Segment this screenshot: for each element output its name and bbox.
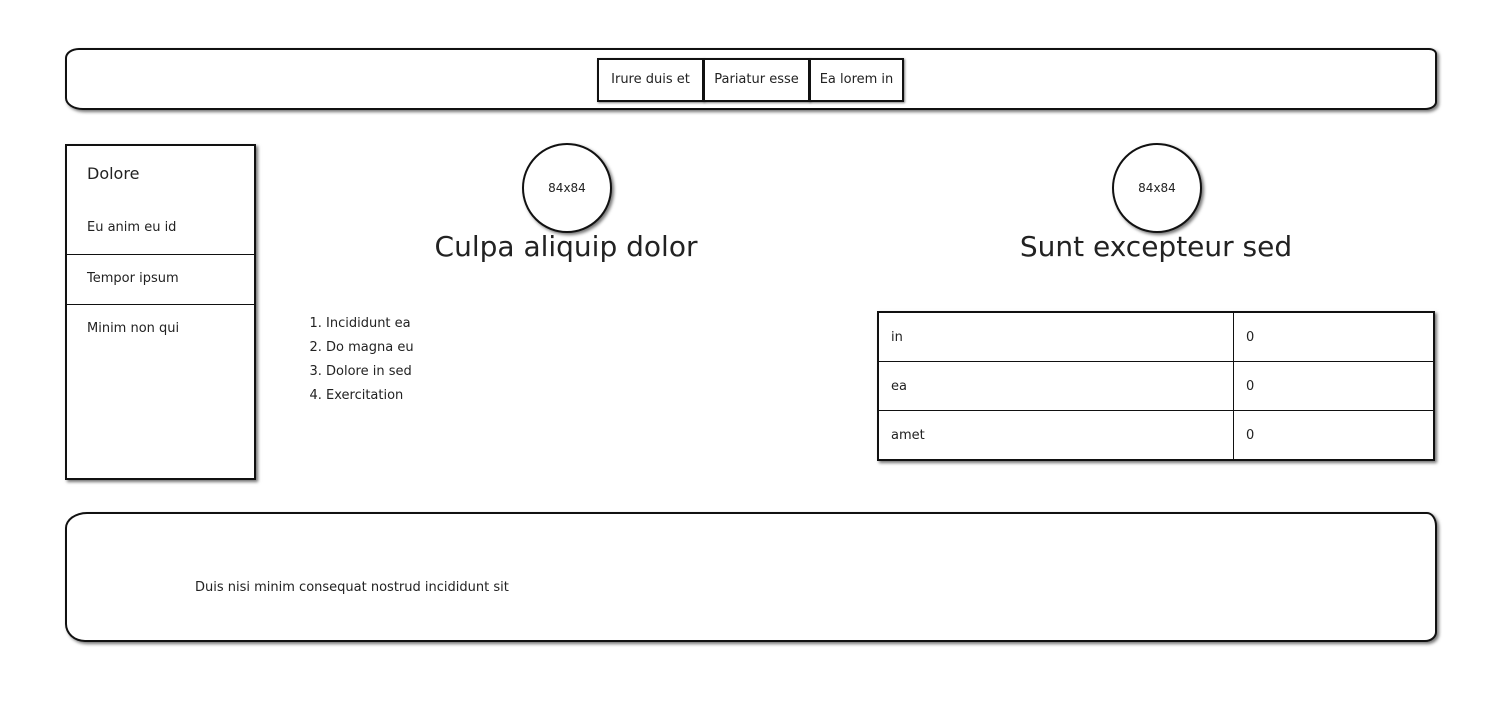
table-cell: 0 — [1233, 410, 1435, 461]
card-title-2: Sunt excepteur sed — [1019, 230, 1293, 263]
table-row: amet 0 — [877, 410, 1435, 461]
table-cell: 0 — [1233, 361, 1435, 411]
ordered-list: Incididunt ea Do magna eu Dolore in sed … — [290, 312, 414, 408]
footer-text: Duis nisi minim consequat nostrud incidi… — [195, 580, 509, 595]
sidebar-item-label: Tempor ipsum — [87, 271, 179, 286]
table-row: in 0 — [877, 311, 1435, 362]
nav-button-2[interactable]: Pariatur esse — [703, 58, 810, 102]
list-item: Do magna eu — [326, 336, 414, 360]
list-item: Exercitation — [326, 384, 414, 408]
list-item: Dolore in sed — [326, 360, 414, 384]
table-cell: amet — [877, 410, 1234, 461]
table-row: ea 0 — [877, 361, 1435, 411]
sidebar-title: Dolore — [87, 164, 140, 183]
sidebar-item-label: Minim non qui — [87, 321, 180, 336]
avatar-placeholder-2: 84x84 — [1112, 143, 1202, 233]
table-cell: 0 — [1233, 311, 1435, 362]
table-cell: ea — [877, 361, 1234, 411]
table-cell: in — [877, 311, 1234, 362]
list-item: Incididunt ea — [326, 312, 414, 336]
card-title-1: Culpa aliquip dolor — [434, 230, 698, 263]
sidebar-item-3[interactable]: Minim non qui — [67, 304, 254, 353]
sidebar: Dolore Eu anim eu id Tempor ipsum Minim … — [65, 144, 256, 480]
data-table: in 0 ea 0 amet 0 — [877, 311, 1435, 461]
footer — [65, 512, 1437, 642]
nav-button-3[interactable]: Ea lorem in — [809, 58, 904, 102]
sidebar-item-label: Eu anim eu id — [87, 220, 177, 235]
sidebar-item-2[interactable]: Tempor ipsum — [67, 254, 254, 303]
sidebar-item-1[interactable]: Eu anim eu id — [67, 204, 254, 252]
avatar-placeholder-1: 84x84 — [522, 143, 612, 233]
nav-button-1[interactable]: Irure duis et — [597, 58, 704, 102]
